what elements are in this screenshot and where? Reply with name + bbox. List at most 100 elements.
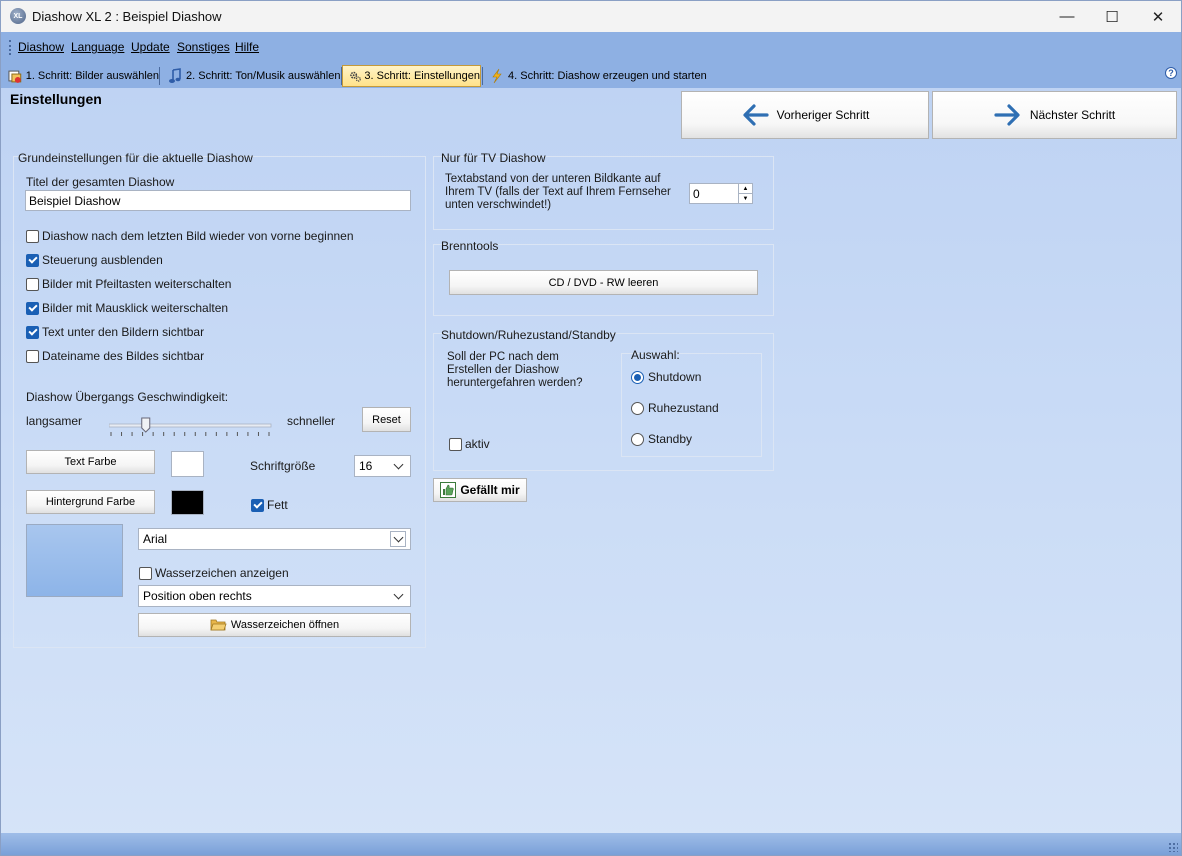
shutdown-option-hibernate[interactable]: Ruhezustand	[631, 401, 719, 415]
chevron-down-icon	[393, 459, 404, 469]
slideshow-title-label: Titel der gesamten Diashow	[26, 175, 175, 189]
help-icon[interactable]: ?	[1165, 67, 1177, 79]
arrow-keys-checkbox[interactable]: Bilder mit Pfeiltasten weiterschalten	[26, 277, 231, 291]
erase-rw-disc-button[interactable]: CD / DVD - RW leeren	[449, 270, 758, 295]
tab-step-3[interactable]: 3. Schritt: Einstellungen	[342, 65, 481, 87]
font-size-select[interactable]: 16	[354, 455, 411, 477]
watermark-show-checkbox[interactable]: Wasserzeichen anzeigen	[139, 566, 289, 580]
chevron-down-icon	[393, 589, 404, 599]
font-size-label: Schriftgröße	[250, 459, 316, 473]
music-note-icon	[169, 68, 181, 83]
bold-checkbox-box[interactable]	[251, 498, 264, 512]
shutdown-group-title: Shutdown/Ruhezustand/Standby	[441, 328, 616, 342]
menu-bar: Diashow Language Update Sonstiges Hilfe	[1, 32, 1181, 62]
tv-group-title: Nur für TV Diashow	[441, 151, 546, 165]
font-family-value: Arial	[143, 532, 168, 546]
tab-step-4[interactable]: 4. Schritt: Diashow erzeugen und starten	[483, 65, 713, 87]
close-button[interactable]: ✕	[1135, 1, 1181, 32]
shutdown-option-shutdown[interactable]: Shutdown	[631, 370, 701, 384]
folder-open-icon	[210, 619, 227, 631]
arrow-keys-checkbox-box[interactable]	[26, 277, 39, 291]
loop-checkbox[interactable]: Diashow nach dem letzten Bild wieder von…	[26, 229, 354, 243]
watermark-show-checkbox-box[interactable]	[139, 566, 152, 580]
caption-visible-checkbox[interactable]: Text unter den Bildern sichtbar	[26, 325, 204, 339]
lightning-icon	[492, 68, 502, 84]
basic-settings-title: Grundeinstellungen für die aktuelle Dias…	[18, 151, 253, 165]
tv-margin-description: Textabstand von der unteren Bildkante au…	[445, 173, 671, 211]
font-family-select[interactable]: Arial	[138, 528, 411, 550]
tab-divider	[159, 67, 160, 85]
burn-tools-title: Brenntools	[441, 239, 499, 253]
arrow-keys-checkbox-label: Bilder mit Pfeiltasten weiterschalten	[42, 277, 232, 291]
reset-speed-button[interactable]: Reset	[362, 407, 411, 432]
standby-radio-label: Standby	[648, 432, 693, 446]
filename-visible-checkbox-box[interactable]	[26, 349, 39, 363]
shutdown-active-checkbox-box[interactable]	[449, 437, 462, 451]
hibernate-radio[interactable]	[631, 401, 644, 415]
mouse-click-checkbox[interactable]: Bilder mit Mausklick weiterschalten	[26, 301, 228, 315]
bold-checkbox[interactable]: Fett	[251, 498, 288, 512]
watermark-show-checkbox-label: Wasserzeichen anzeigen	[155, 566, 289, 580]
next-step-label: Nächster Schritt	[1029, 108, 1116, 122]
tv-margin-spinner[interactable]: ▲ ▼	[738, 184, 752, 203]
hibernate-radio-label: Ruhezustand	[648, 401, 719, 415]
spin-up-icon[interactable]: ▲	[739, 184, 752, 194]
caption-visible-checkbox-box[interactable]	[26, 325, 39, 339]
shutdown-radio[interactable]	[631, 370, 644, 384]
slider-thumb[interactable]	[141, 417, 151, 433]
images-icon	[8, 70, 22, 83]
shutdown-option-standby[interactable]: Standby	[631, 432, 692, 446]
previous-step-button[interactable]: Vorheriger Schritt	[681, 91, 929, 139]
spin-down-icon[interactable]: ▼	[739, 194, 752, 203]
text-color-button[interactable]: Text Farbe	[26, 450, 155, 474]
like-button[interactable]: Gefällt mir	[433, 478, 527, 502]
watermark-open-button[interactable]: Wasserzeichen öffnen	[138, 613, 411, 637]
watermark-open-label: Wasserzeichen öffnen	[230, 619, 340, 631]
loop-checkbox-label: Diashow nach dem letzten Bild wieder von…	[42, 229, 354, 243]
tab-step-2[interactable]: 2. Schritt: Ton/Musik auswählen	[161, 65, 341, 87]
slider-track	[109, 423, 272, 428]
text-color-swatch[interactable]	[171, 451, 204, 477]
transition-speed-slider[interactable]	[109, 415, 273, 439]
menu-diashow[interactable]: Diashow	[18, 40, 64, 54]
menu-update[interactable]: Update	[131, 40, 170, 54]
tab-step-1[interactable]: 1. Schritt: Bilder auswählen	[1, 65, 159, 87]
shutdown-active-checkbox[interactable]: aktiv	[449, 437, 490, 451]
menu-sonstiges[interactable]: Sonstiges	[177, 40, 230, 54]
chevron-down-icon	[393, 532, 403, 542]
title-bar: XL Diashow XL 2 : Beispiel Diashow — ☐ ✕	[1, 1, 1181, 32]
mouse-click-checkbox-box[interactable]	[26, 301, 39, 315]
window-title: Diashow XL 2 : Beispiel Diashow	[32, 9, 222, 24]
app-window: XL Diashow XL 2 : Beispiel Diashow — ☐ ✕…	[0, 0, 1182, 856]
watermark-position-select[interactable]: Position oben rechts	[138, 585, 411, 607]
status-bar	[1, 833, 1181, 855]
filename-visible-checkbox[interactable]: Dateiname des Bildes sichtbar	[26, 349, 204, 363]
resize-grip-icon[interactable]	[1168, 842, 1178, 852]
tab-step-3-label: 3. Schritt: Einstellungen	[364, 70, 480, 82]
standby-radio[interactable]	[631, 432, 644, 446]
watermark-preview	[26, 524, 123, 597]
font-family-dropdown-button[interactable]	[390, 531, 406, 547]
arrow-right-icon	[994, 104, 1020, 126]
previous-step-label: Vorheriger Schritt	[776, 108, 870, 122]
tab-step-2-label: 2. Schritt: Ton/Musik auswählen	[186, 70, 341, 82]
shutdown-radio-label: Shutdown	[648, 370, 702, 384]
tab-step-4-label: 4. Schritt: Diashow erzeugen und starten	[508, 70, 707, 82]
mouse-click-checkbox-label: Bilder mit Mausklick weiterschalten	[42, 301, 229, 315]
filename-visible-checkbox-label: Dateiname des Bildes sichtbar	[42, 349, 205, 363]
caption-visible-checkbox-label: Text unter den Bildern sichtbar	[42, 325, 205, 339]
menu-hilfe[interactable]: Hilfe	[235, 40, 259, 54]
hide-controls-checkbox[interactable]: Steuerung ausblenden	[26, 253, 163, 267]
next-step-button[interactable]: Nächster Schritt	[932, 91, 1177, 139]
maximize-button[interactable]: ☐	[1089, 1, 1135, 32]
background-color-swatch[interactable]	[171, 490, 204, 515]
menu-language[interactable]: Language	[71, 40, 124, 54]
loop-checkbox-box[interactable]	[26, 229, 39, 243]
minimize-button[interactable]: —	[1044, 1, 1090, 32]
background-color-button[interactable]: Hintergrund Farbe	[26, 490, 155, 514]
slideshow-title-input[interactable]: Beispiel Diashow	[25, 190, 411, 211]
faster-label: schneller	[287, 414, 336, 428]
tv-margin-input[interactable]: 0 ▲ ▼	[689, 183, 753, 204]
hide-controls-checkbox-box[interactable]	[26, 253, 39, 267]
font-size-value: 16	[359, 459, 373, 473]
